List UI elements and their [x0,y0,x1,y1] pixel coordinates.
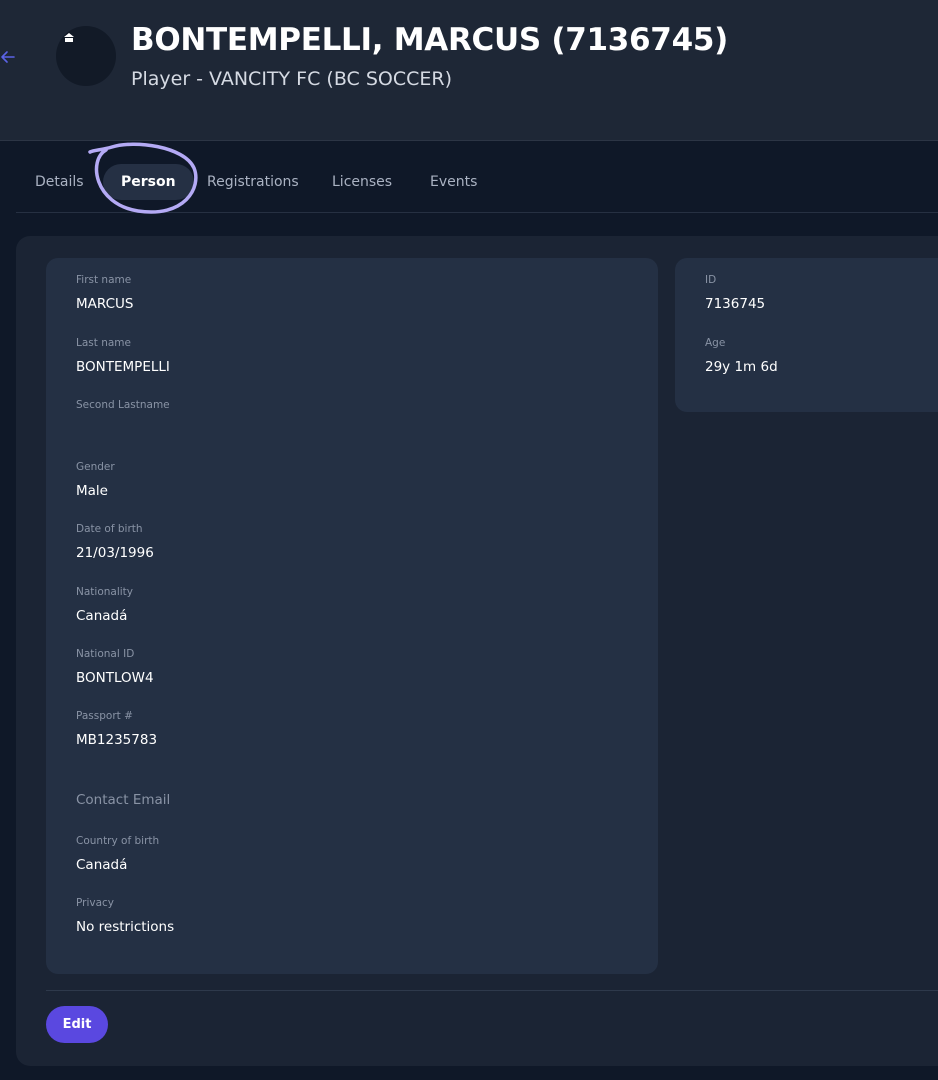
tab-details[interactable]: Details [35,164,84,200]
back-arrow-icon[interactable] [0,48,16,66]
last-name-label: Last name [76,337,131,349]
panel-divider [46,990,938,991]
tab-licenses[interactable]: Licenses [332,164,392,200]
nationality-field: Nationality Canadá [76,586,133,624]
edit-button[interactable]: Edit [46,1006,108,1043]
passport-label: Passport # [76,710,133,722]
first-name-value: MARCUS [76,296,134,312]
national-id-label: National ID [76,648,135,660]
country-of-birth-label: Country of birth [76,835,160,847]
id-value: 7136745 [705,296,766,312]
first-name-field: First name MARCUS [76,274,133,312]
club-logo-icon [64,33,74,42]
national-id-value: BONTLOW4 [76,670,154,686]
person-details-card: First name MARCUS Last name BONTEMPELLI … [46,258,658,974]
tab-person[interactable]: Person [103,164,194,200]
date-of-birth-label: Date of birth [76,523,143,535]
gender-field: Gender Male [76,461,115,499]
tab-registrations[interactable]: Registrations [207,164,299,200]
age-value: 29y 1m 6d [705,359,778,375]
gender-label: Gender [76,461,115,473]
privacy-field: Privacy No restrictions [76,897,174,935]
summary-card: ID 7136745 Age 29y 1m 6d [675,258,938,412]
passport-value: MB1235783 [76,732,158,748]
date-of-birth-value: 21/03/1996 [76,545,154,561]
second-lastname-field: Second Lastname [76,399,170,421]
country-of-birth-value: Canadá [76,857,128,873]
privacy-value: No restrictions [76,919,175,935]
id-label: ID [705,274,717,286]
last-name-value: BONTEMPELLI [76,359,170,375]
page-subtitle: Player - VANCITY FC (BC SOCCER) [131,68,452,90]
age-label: Age [705,337,726,349]
first-name-label: First name [76,274,132,286]
country-of-birth-field: Country of birth Canadá [76,835,159,873]
last-name-field: Last name BONTEMPELLI [76,337,170,375]
page-header: BONTEMPELLI, MARCUS (7136745) Player - V… [0,0,938,141]
page-title: BONTEMPELLI, MARCUS (7136745) [131,22,728,58]
gender-value: Male [76,483,108,499]
privacy-label: Privacy [76,897,115,909]
second-lastname-label: Second Lastname [76,399,170,411]
id-field: ID 7136745 [705,274,765,312]
nationality-label: Nationality [76,586,134,598]
nationality-value: Canadá [76,608,128,624]
club-avatar [56,26,116,86]
national-id-field: National ID BONTLOW4 [76,648,154,686]
passport-field: Passport # MB1235783 [76,710,157,748]
contact-email-label: Contact Email [76,792,171,808]
age-field: Age 29y 1m 6d [705,337,778,375]
date-of-birth-field: Date of birth 21/03/1996 [76,523,154,561]
tab-bar: Details Person Registrations Licenses Ev… [16,148,938,213]
tab-events[interactable]: Events [430,164,477,200]
